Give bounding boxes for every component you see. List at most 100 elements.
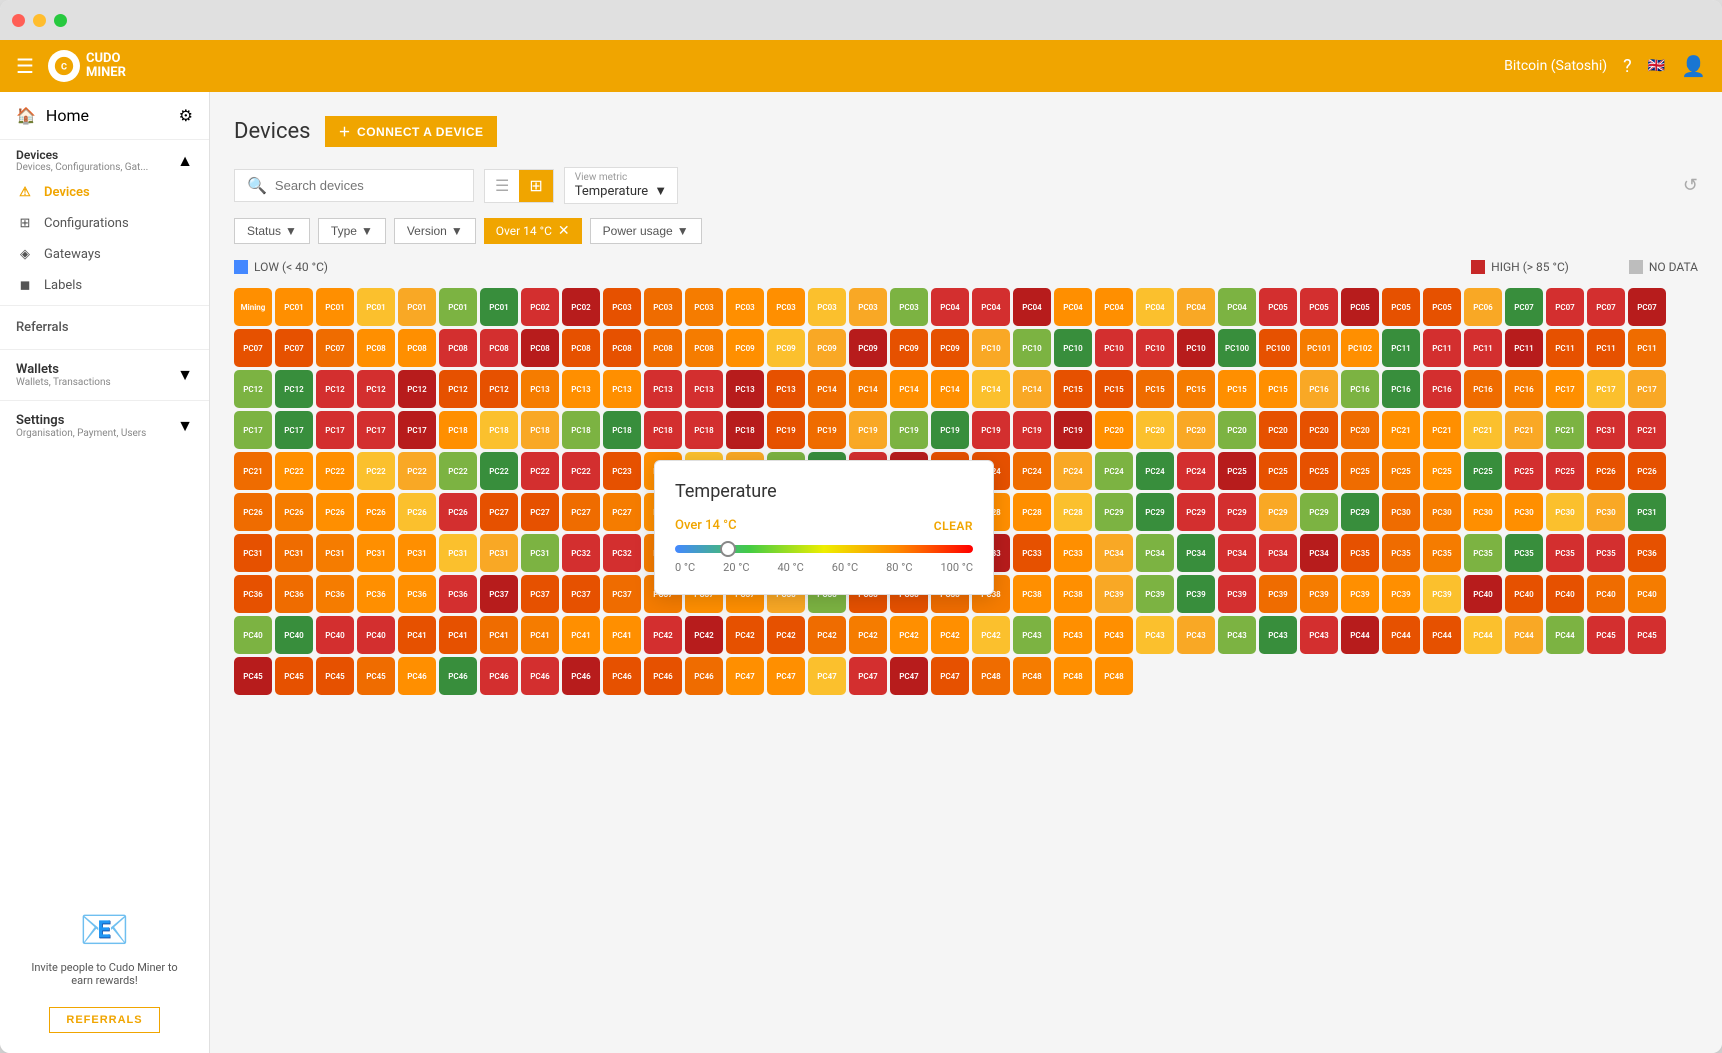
device-cell[interactable]: PC08 xyxy=(562,329,600,367)
device-cell[interactable]: PC19 xyxy=(849,411,887,449)
device-cell[interactable]: PC19 xyxy=(931,411,969,449)
device-cell[interactable]: PC39 xyxy=(1136,575,1174,613)
device-cell[interactable]: PC33 xyxy=(1013,534,1051,572)
device-cell[interactable]: PC37 xyxy=(603,575,641,613)
device-cell[interactable]: PC36 xyxy=(398,575,436,613)
device-cell[interactable]: PC03 xyxy=(726,288,764,326)
device-cell[interactable]: PC04 xyxy=(1218,288,1256,326)
help-icon[interactable]: ? xyxy=(1623,56,1632,77)
device-cell[interactable]: PC20 xyxy=(1218,411,1256,449)
device-cell[interactable]: PC35 xyxy=(1464,534,1502,572)
type-filter[interactable]: Type ▼ xyxy=(318,218,386,244)
device-cell[interactable]: PC03 xyxy=(849,288,887,326)
device-cell[interactable]: PC37 xyxy=(480,575,518,613)
device-cell[interactable]: PC36 xyxy=(1628,534,1666,572)
device-cell[interactable]: PC24 xyxy=(1136,452,1174,490)
device-cell[interactable]: PC08 xyxy=(644,329,682,367)
referrals-button[interactable]: REFERRALS xyxy=(49,1007,159,1033)
maximize-button[interactable] xyxy=(54,14,67,27)
device-cell[interactable]: PC29 xyxy=(1341,493,1379,531)
device-cell[interactable]: PC45 xyxy=(234,657,272,695)
temp-slider-thumb[interactable] xyxy=(720,541,736,557)
device-cell[interactable]: PC19 xyxy=(767,411,805,449)
device-cell[interactable]: PC39 xyxy=(1341,575,1379,613)
device-cell[interactable]: PC17 xyxy=(234,411,272,449)
device-cell[interactable]: PC07 xyxy=(1587,288,1625,326)
device-cell[interactable]: PC39 xyxy=(1382,575,1420,613)
device-cell[interactable]: PC02 xyxy=(562,288,600,326)
device-cell[interactable]: PC10 xyxy=(1177,329,1215,367)
device-cell[interactable]: PC01 xyxy=(357,288,395,326)
device-cell[interactable]: PC04 xyxy=(1177,288,1215,326)
device-cell[interactable]: PC07 xyxy=(234,329,272,367)
device-cell[interactable]: PC04 xyxy=(1054,288,1092,326)
device-cell[interactable]: PC31 xyxy=(316,534,354,572)
device-cell[interactable]: PC26 xyxy=(275,493,313,531)
device-cell[interactable]: PC29 xyxy=(1259,493,1297,531)
device-cell[interactable]: PC07 xyxy=(316,329,354,367)
device-cell[interactable]: PC46 xyxy=(521,657,559,695)
language-icon[interactable]: 🇬🇧 xyxy=(1648,58,1665,74)
device-cell[interactable]: PC12 xyxy=(234,370,272,408)
device-cell[interactable]: PC03 xyxy=(603,288,641,326)
menu-icon[interactable]: ☰ xyxy=(16,54,34,78)
device-cell[interactable]: PC41 xyxy=(562,616,600,654)
device-cell[interactable]: PC42 xyxy=(890,616,928,654)
device-cell[interactable]: PC07 xyxy=(275,329,313,367)
device-cell[interactable]: PC44 xyxy=(1382,616,1420,654)
device-cell[interactable]: PC03 xyxy=(767,288,805,326)
device-cell[interactable]: PC29 xyxy=(1177,493,1215,531)
device-cell[interactable]: PC24 xyxy=(1177,452,1215,490)
device-cell[interactable]: PC16 xyxy=(1341,370,1379,408)
device-cell[interactable]: PC38 xyxy=(1054,575,1092,613)
device-cell[interactable]: PC26 xyxy=(1628,452,1666,490)
sidebar-item-gateways[interactable]: ◈ Gateways xyxy=(0,239,209,270)
device-cell[interactable]: PC48 xyxy=(1054,657,1092,695)
device-cell[interactable]: PC04 xyxy=(1136,288,1174,326)
device-cell[interactable]: PC46 xyxy=(562,657,600,695)
device-cell[interactable]: PC22 xyxy=(521,452,559,490)
device-cell[interactable]: PC20 xyxy=(1259,411,1297,449)
device-cell[interactable]: PC40 xyxy=(1587,575,1625,613)
device-cell[interactable]: PC44 xyxy=(1464,616,1502,654)
device-cell[interactable]: PC03 xyxy=(890,288,928,326)
device-cell[interactable]: PC20 xyxy=(1136,411,1174,449)
devices-group-header[interactable]: Devices Devices, Configurations, Gat... … xyxy=(0,140,209,177)
device-cell[interactable]: PC26 xyxy=(234,493,272,531)
minimize-button[interactable] xyxy=(33,14,46,27)
version-filter[interactable]: Version ▼ xyxy=(394,218,476,244)
device-cell[interactable]: PC29 xyxy=(1095,493,1133,531)
device-cell[interactable]: PC41 xyxy=(603,616,641,654)
device-cell[interactable]: PC40 xyxy=(1464,575,1502,613)
device-cell[interactable]: PC35 xyxy=(1546,534,1584,572)
device-cell[interactable]: PC01 xyxy=(316,288,354,326)
device-cell[interactable]: PC44 xyxy=(1341,616,1379,654)
sidebar-home[interactable]: 🏠 Home ⚙ xyxy=(0,92,209,140)
device-cell[interactable]: PC25 xyxy=(1382,452,1420,490)
device-cell[interactable]: PC40 xyxy=(234,616,272,654)
device-cell[interactable]: PC36 xyxy=(357,575,395,613)
device-cell[interactable]: PC17 xyxy=(1628,370,1666,408)
device-cell[interactable]: PC14 xyxy=(1013,370,1051,408)
device-cell[interactable]: PC12 xyxy=(439,370,477,408)
device-cell[interactable]: PC100 xyxy=(1218,329,1256,367)
device-cell[interactable]: PC27 xyxy=(562,493,600,531)
device-cell[interactable]: PC40 xyxy=(275,616,313,654)
device-cell[interactable]: PC41 xyxy=(521,616,559,654)
device-cell[interactable]: PC22 xyxy=(275,452,313,490)
refresh-button[interactable]: ↺ xyxy=(1683,175,1698,196)
device-cell[interactable]: PC11 xyxy=(1628,329,1666,367)
device-cell[interactable]: PC05 xyxy=(1300,288,1338,326)
device-cell[interactable]: PC01 xyxy=(439,288,477,326)
device-cell[interactable]: PC25 xyxy=(1218,452,1256,490)
device-cell[interactable]: PC30 xyxy=(1464,493,1502,531)
device-cell[interactable]: PC09 xyxy=(767,329,805,367)
device-cell[interactable]: PC42 xyxy=(767,616,805,654)
device-cell[interactable]: PC46 xyxy=(644,657,682,695)
device-cell[interactable]: PC42 xyxy=(726,616,764,654)
device-cell[interactable]: PC17 xyxy=(1587,370,1625,408)
device-cell[interactable]: PC17 xyxy=(1546,370,1584,408)
device-cell[interactable]: PC15 xyxy=(1177,370,1215,408)
device-cell[interactable]: PC07 xyxy=(1628,288,1666,326)
device-cell[interactable]: PC25 xyxy=(1259,452,1297,490)
